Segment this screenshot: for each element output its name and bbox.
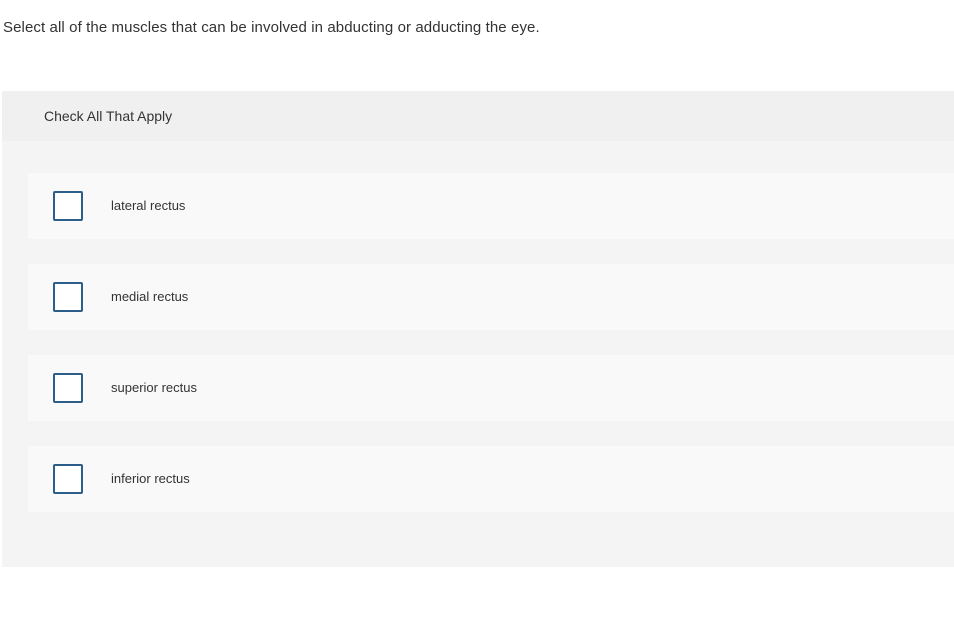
option-label: lateral rectus	[111, 198, 186, 213]
check-all-panel: Check All That Apply lateral rectus medi…	[2, 91, 954, 567]
option-label: inferior rectus	[111, 471, 190, 486]
checkbox[interactable]	[53, 282, 83, 312]
panel-header: Check All That Apply	[2, 91, 954, 141]
question-text: Select all of the muscles that can be in…	[3, 19, 540, 36]
checkbox[interactable]	[53, 464, 83, 494]
option-lateral-rectus[interactable]: lateral rectus	[28, 173, 954, 239]
option-superior-rectus[interactable]: superior rectus	[28, 355, 954, 421]
option-medial-rectus[interactable]: medial rectus	[28, 264, 954, 330]
checkbox[interactable]	[53, 373, 83, 403]
option-label: medial rectus	[111, 289, 189, 304]
option-label: superior rectus	[111, 380, 197, 395]
checkbox[interactable]	[53, 191, 83, 221]
option-inferior-rectus[interactable]: inferior rectus	[28, 446, 954, 512]
